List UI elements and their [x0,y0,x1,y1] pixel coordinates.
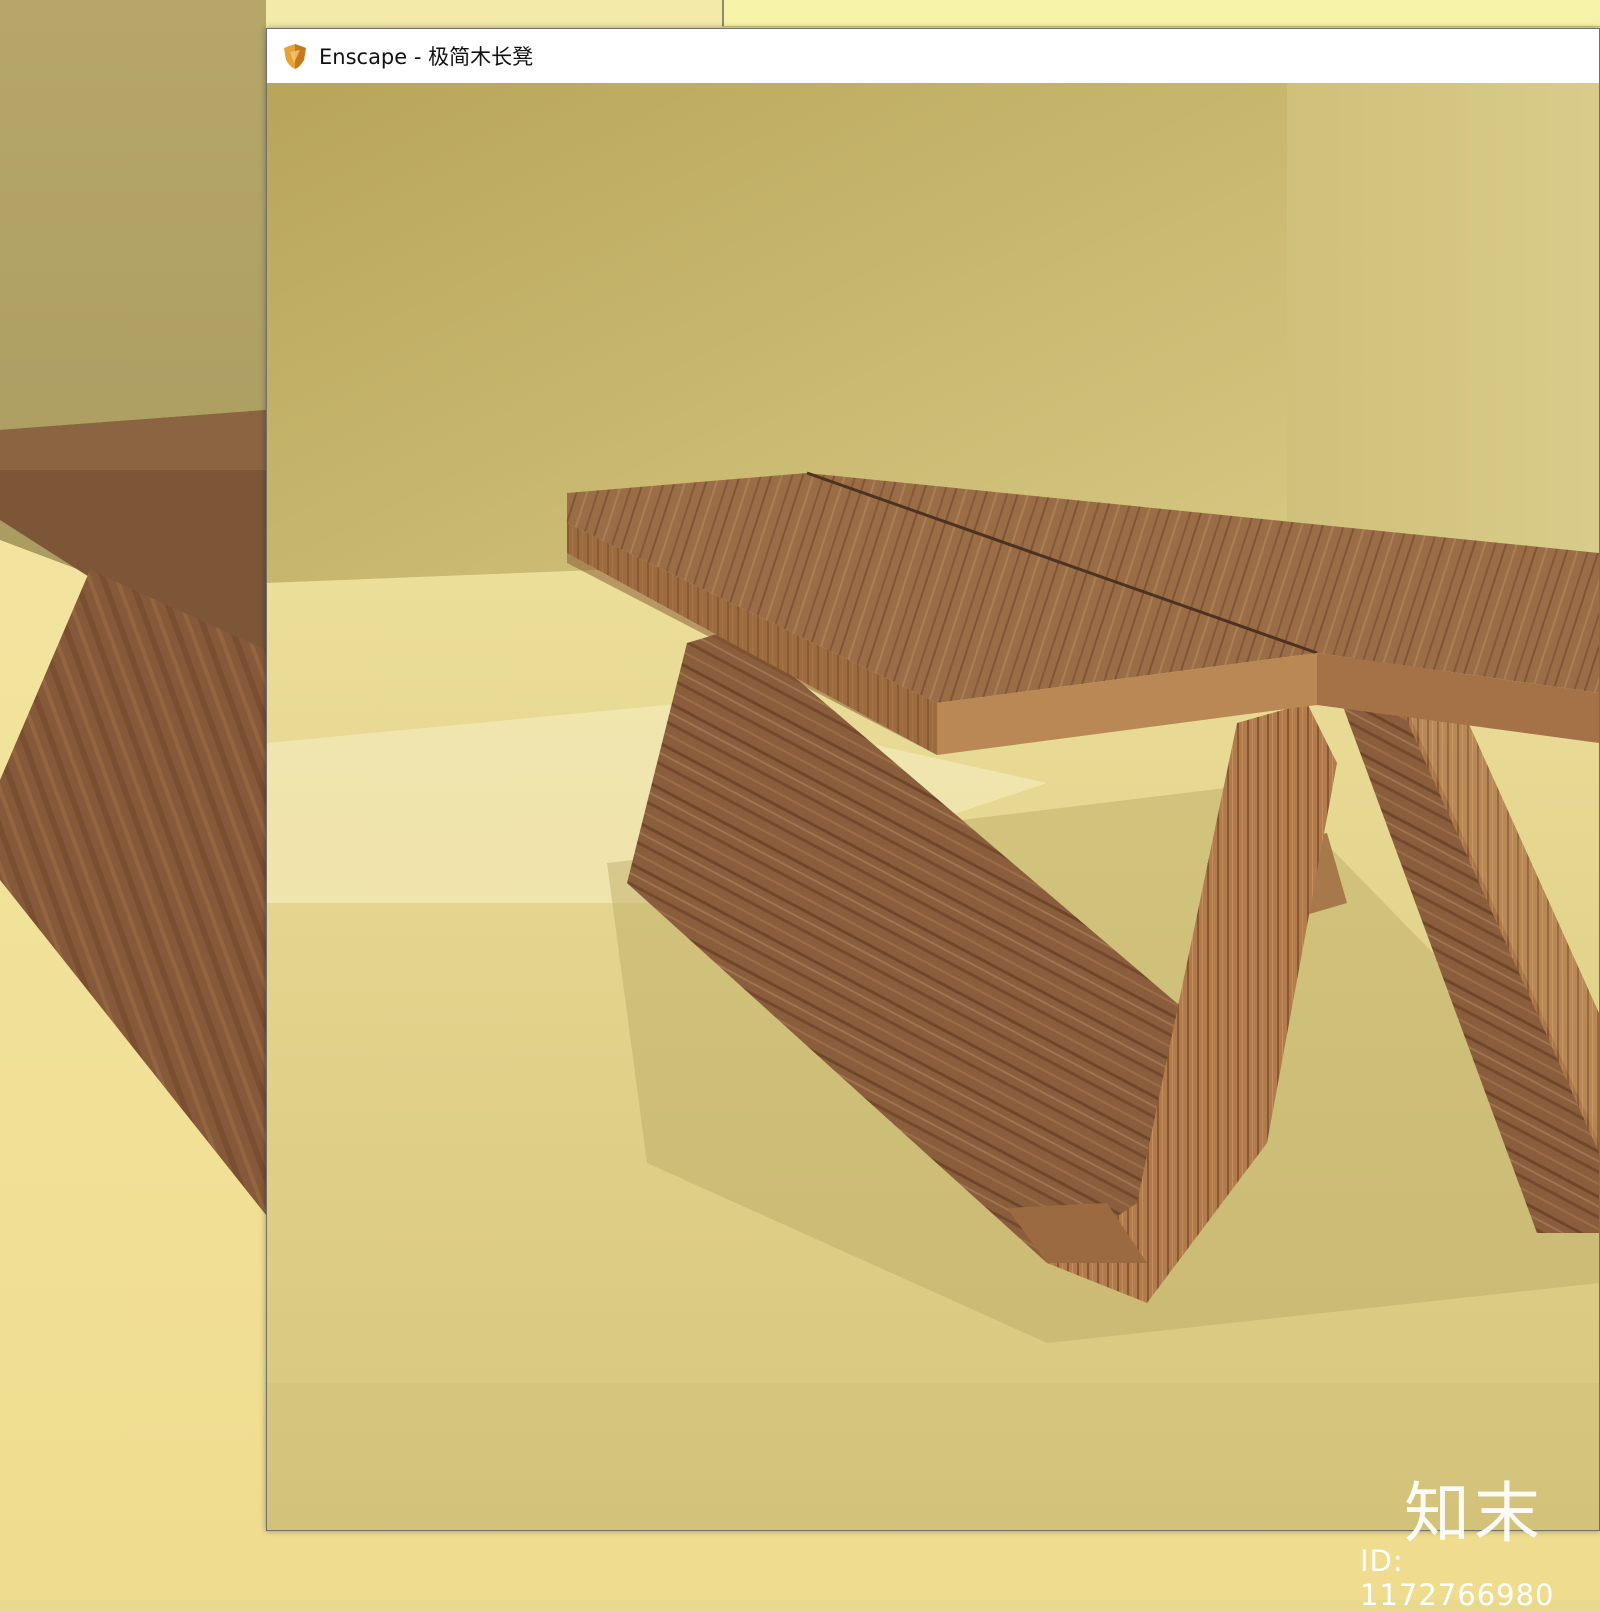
image-id-label: ID: 1172766980 [1360,1544,1555,1612]
enscape-window[interactable]: Enscape - 极简木长凳 [266,28,1600,1531]
title-bar[interactable]: Enscape - 极简木长凳 [267,29,1599,83]
render-viewport[interactable] [267,83,1599,1530]
toolbar-strip [722,0,1600,27]
panel-divider [722,0,724,26]
enscape-shield-icon [281,42,309,70]
window-title: Enscape - 极简木长凳 [319,45,534,69]
bench-render-image [267,83,1599,1530]
brand-watermark-logo: 知末 [1404,1475,1544,1552]
